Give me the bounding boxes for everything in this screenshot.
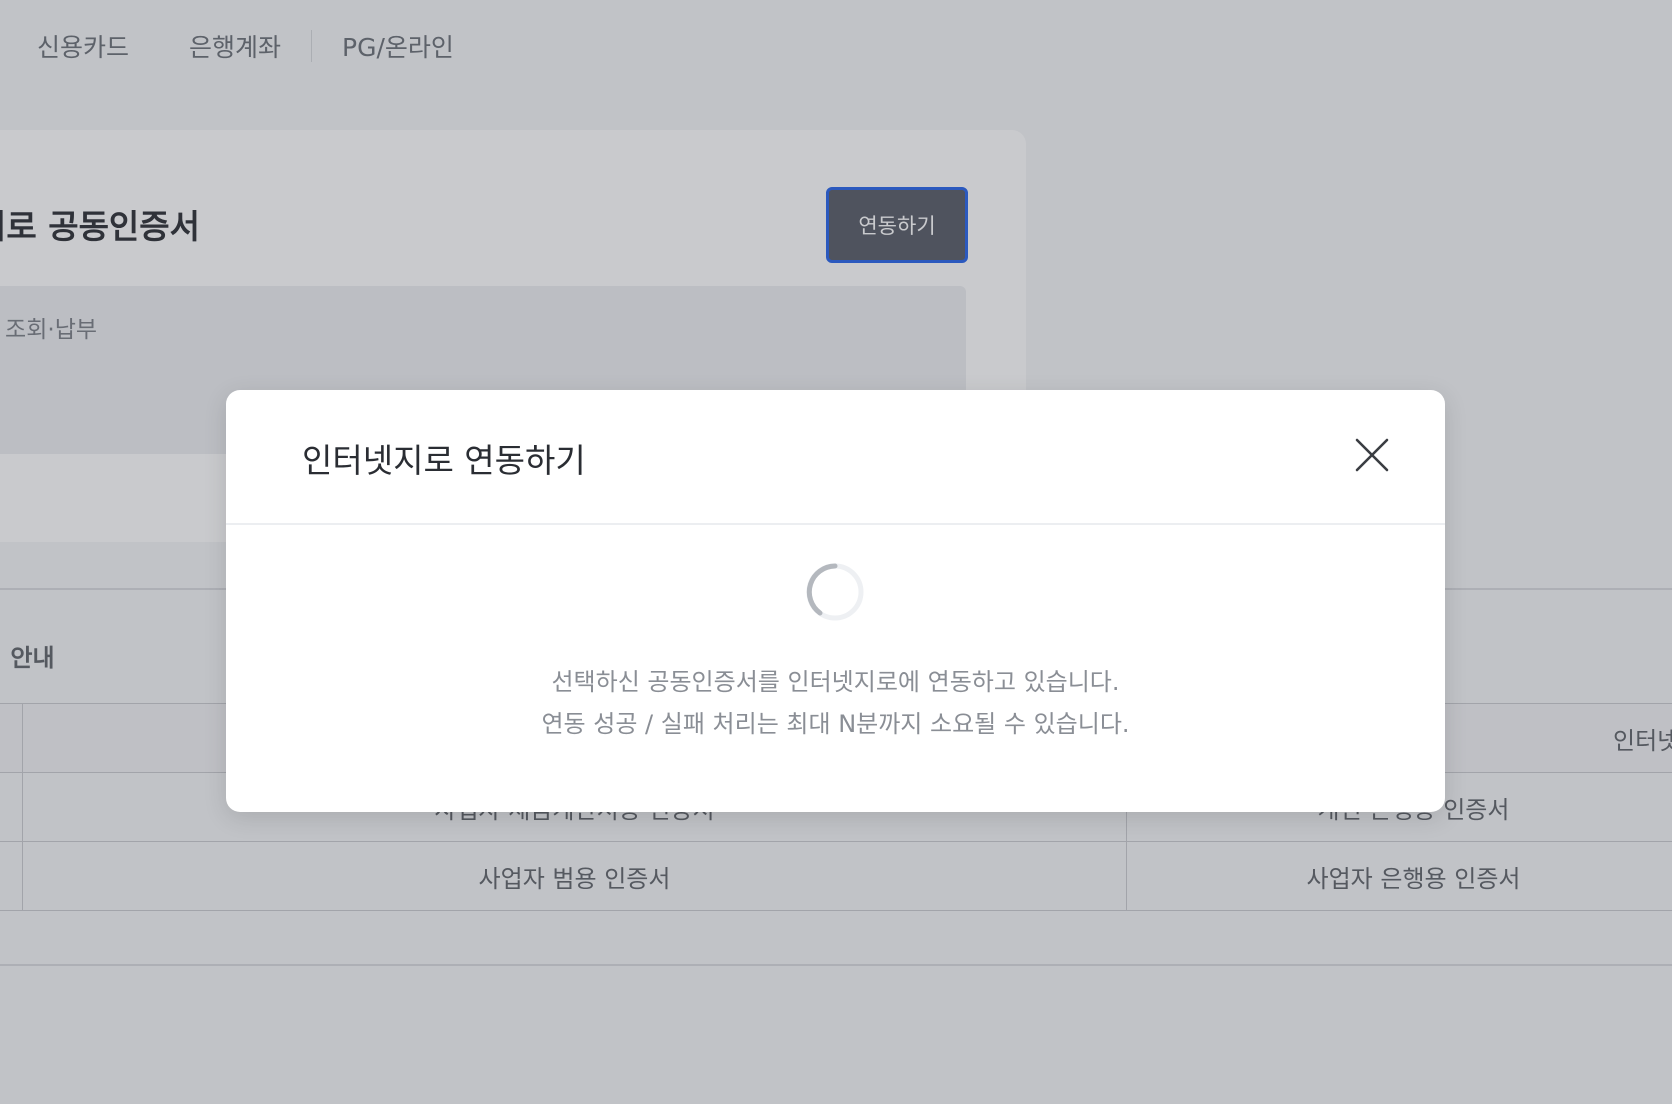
modal-header: 인터넷지로 연동하기	[226, 390, 1445, 525]
modal-title: 인터넷지로 연동하기	[302, 441, 586, 480]
loading-spinner-icon	[806, 563, 864, 621]
modal-message-line-2: 연동 성공 / 실패 처리는 최대 N분까지 소요될 수 있습니다.	[541, 710, 1130, 738]
modal-body: 선택하신 공동인증서를 인터넷지로에 연동하고 있습니다. 연동 성공 / 실패…	[226, 525, 1445, 812]
modal-message-line-1: 선택하신 공동인증서를 인터넷지로에 연동하고 있습니다.	[551, 668, 1120, 696]
modal-message: 선택하신 공동인증서를 인터넷지로에 연동하고 있습니다. 연동 성공 / 실패…	[226, 661, 1445, 745]
close-button[interactable]	[1347, 430, 1397, 480]
link-giro-modal: 인터넷지로 연동하기 선택하신 공동인증서를 인터넷지로에 연동하고 있습니다.…	[226, 390, 1445, 812]
close-icon	[1355, 438, 1389, 472]
